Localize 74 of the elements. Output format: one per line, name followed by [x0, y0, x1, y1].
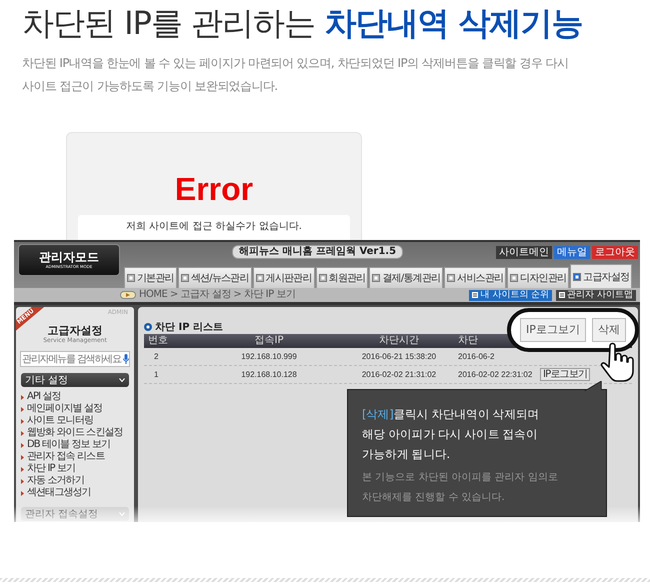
column-header: 번호: [147, 335, 169, 347]
tooltip-text: [삭제]클릭시 차단내역이 삭제되며 해당 아이피가 다시 사이트 접속이 가능하게 됩니다.: [362, 406, 540, 463]
bullet-icon: [21, 418, 24, 424]
top-button[interactable]: 로그아웃: [592, 246, 638, 258]
ip-log-button[interactable]: IP로그보기: [540, 368, 590, 381]
table-cell-text: 2016-02-02 21:31:02: [360, 370, 438, 379]
nav-tab[interactable]: 회원관리: [316, 267, 368, 288]
toolbar-button[interactable]: 관리자 사이트맵: [556, 290, 636, 300]
tab-icon: [510, 274, 518, 282]
table-cell-text: 2016-06-2: [457, 352, 496, 361]
tab-icon: [372, 274, 380, 282]
column-header: 차단시간: [378, 335, 420, 347]
table-cell-text: 192.168.10.999: [240, 352, 298, 361]
tab-icon: [256, 274, 264, 282]
nav-tab[interactable]: 서비스관리: [444, 267, 506, 288]
ip-log-button[interactable]: IP로그보기: [520, 318, 586, 342]
sidebar-menu-item[interactable]: 관리자 접속 리스트: [16, 451, 134, 463]
bullet-icon: [21, 406, 24, 412]
table-cell-text: 2: [153, 352, 160, 361]
info-icon: [144, 323, 152, 331]
bullet-icon: [21, 490, 24, 496]
nav-tab[interactable]: 섹션/뉴스관리: [178, 267, 252, 288]
top-button[interactable]: 사이트메인: [496, 246, 552, 258]
table-cell-text: 2016-06-21 15:38:20: [360, 352, 438, 361]
sidebar-menu-item[interactable]: API 설정: [16, 391, 134, 403]
list-icon: [472, 292, 478, 298]
bullet-icon: [21, 478, 24, 484]
table-cell-text: 2016-02-02 22:31:02: [457, 370, 534, 379]
nav-tab[interactable]: 게시판관리: [252, 267, 315, 288]
caret-icon: [119, 378, 125, 382]
sidebar-menu-item[interactable]: 자동 소거하기: [16, 475, 134, 487]
nav-tab[interactable]: 고급자설정: [570, 264, 632, 288]
top-button[interactable]: 메뉴얼: [554, 246, 590, 258]
sidebar-menu-item[interactable]: 메인페이지별 설정: [16, 403, 134, 415]
table-cell-text: 1: [153, 370, 160, 379]
tab-icon: [318, 274, 327, 282]
nav-tab[interactable]: 기본관리: [124, 267, 177, 288]
description-text: 차단된 IP내역을 한눈에 볼 수 있는 페이지가 마련되어 있으며, 차단되었던 IP의 삭제버튼을 클릭할 경우 다시: [22, 55, 570, 72]
description-text: 사이트 접근이 가능하도록 기능이 보완되었습니다.: [22, 78, 278, 95]
logo-title: 관리자모드: [39, 250, 99, 264]
microphone-icon: [123, 354, 129, 364]
bullet-icon: [21, 454, 24, 460]
sidebar-title: 고급자설정: [48, 324, 102, 337]
nav-tab[interactable]: 결제/통계관리: [369, 267, 444, 288]
sidebar-menu-item[interactable]: DB 테이블 정보 보기: [16, 439, 134, 451]
tab-icon: [447, 274, 456, 282]
sidebar-menu-item[interactable]: 사이트 모니터링: [16, 415, 134, 427]
bullet-icon: [21, 430, 24, 436]
home-pill-icon: [120, 291, 136, 299]
toolbar-button[interactable]: 내 사이트의 순위: [469, 290, 552, 300]
tab-icon: [573, 272, 582, 280]
tab-icon: [180, 274, 189, 282]
bullet-icon: [21, 442, 24, 448]
delete-button[interactable]: 삭제: [592, 318, 626, 342]
tab-icon: [127, 274, 135, 282]
bullet-icon: [21, 466, 24, 472]
nav-tab[interactable]: 디자인관리: [507, 267, 570, 288]
error-title: Error: [174, 171, 254, 207]
search-field[interactable]: 관리자메뉴를 검색하세요.: [20, 351, 130, 367]
sidebar-menu-item[interactable]: 섹션태그생성기: [16, 487, 134, 499]
sidebar-menu-item[interactable]: 차단 IP 보기: [16, 463, 134, 475]
column-header: 접속IP: [254, 335, 284, 347]
list-icon: [559, 292, 566, 298]
bullet-icon: [21, 394, 24, 400]
sidebar-menu-item[interactable]: 웹방화 와이드 스킨설정: [16, 427, 134, 439]
app-title: 해피뉴스 매니홈 프레임웍 Ver1.5: [232, 245, 404, 259]
table-cell-text: 192.168.10.128: [240, 370, 298, 379]
breadcrumb-text: HOME > 고급자 설정 > 차단 IP 보기: [139, 289, 296, 301]
list-title: 차단 IP 리스트: [155, 321, 224, 334]
page-heading: 차단된 IP를 관리하는 차단내역 삭제기능: [21, 3, 584, 44]
error-message: 저희 사이트에 접근 하실수가 없습니다.: [78, 215, 350, 240]
tooltip-note: 본 기능으로 차단된 아이피를 관리자 임의로 차단해제를 진행할 수 있습니다.: [362, 471, 559, 505]
menu-group-header[interactable]: 기타 설정: [21, 373, 129, 387]
column-header: 차단: [457, 335, 479, 347]
